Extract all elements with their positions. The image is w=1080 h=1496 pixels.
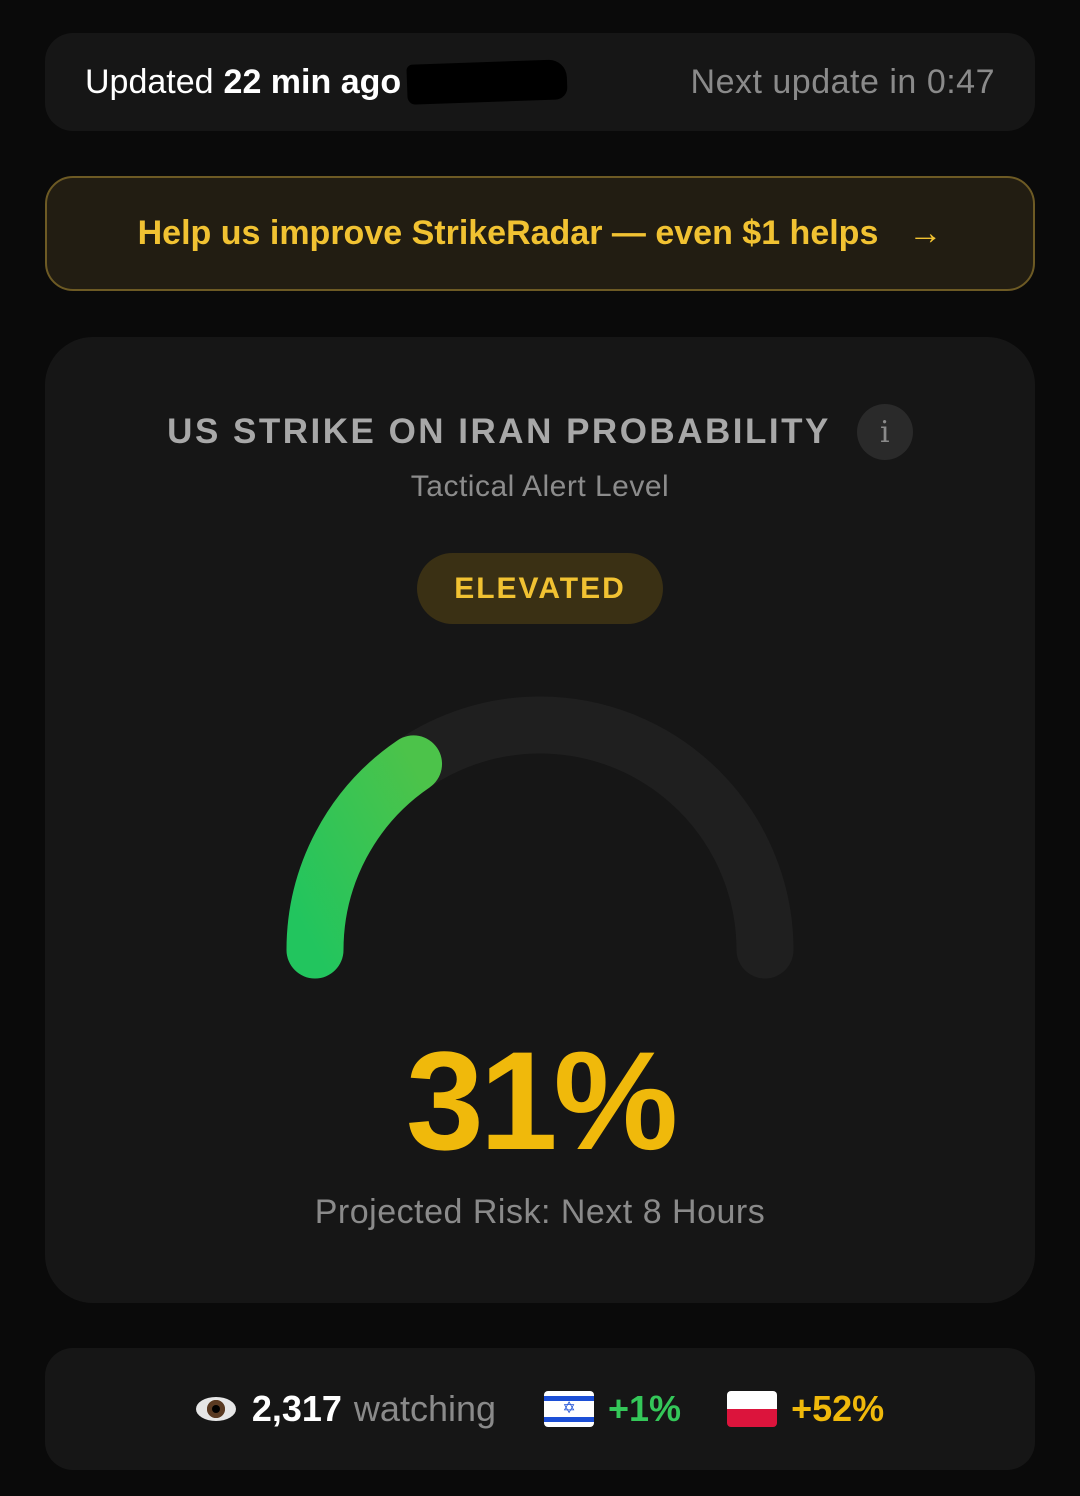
projected-risk-label: Projected Risk: Next 8 Hours (314, 1193, 766, 1231)
watching-label: watching (353, 1388, 497, 1429)
stats-bar: 2,317 watching ✡ +1% +52% (45, 1348, 1035, 1470)
poland-stat: +52% (727, 1388, 884, 1430)
watching-count: 2,317 (251, 1388, 342, 1429)
eye-icon (195, 1397, 236, 1421)
gauge-fill (286, 735, 443, 979)
probability-value: 31% (405, 1022, 678, 1179)
poland-delta: +52% (791, 1388, 885, 1429)
israel-flag-icon: ✡ (544, 1391, 595, 1427)
probability-gauge (286, 696, 794, 979)
watchers-stat: 2,317 watching (195, 1388, 497, 1430)
poland-flag-icon (727, 1391, 778, 1427)
israel-delta: +1% (608, 1388, 682, 1429)
israel-stat: ✡ +1% (544, 1388, 681, 1430)
